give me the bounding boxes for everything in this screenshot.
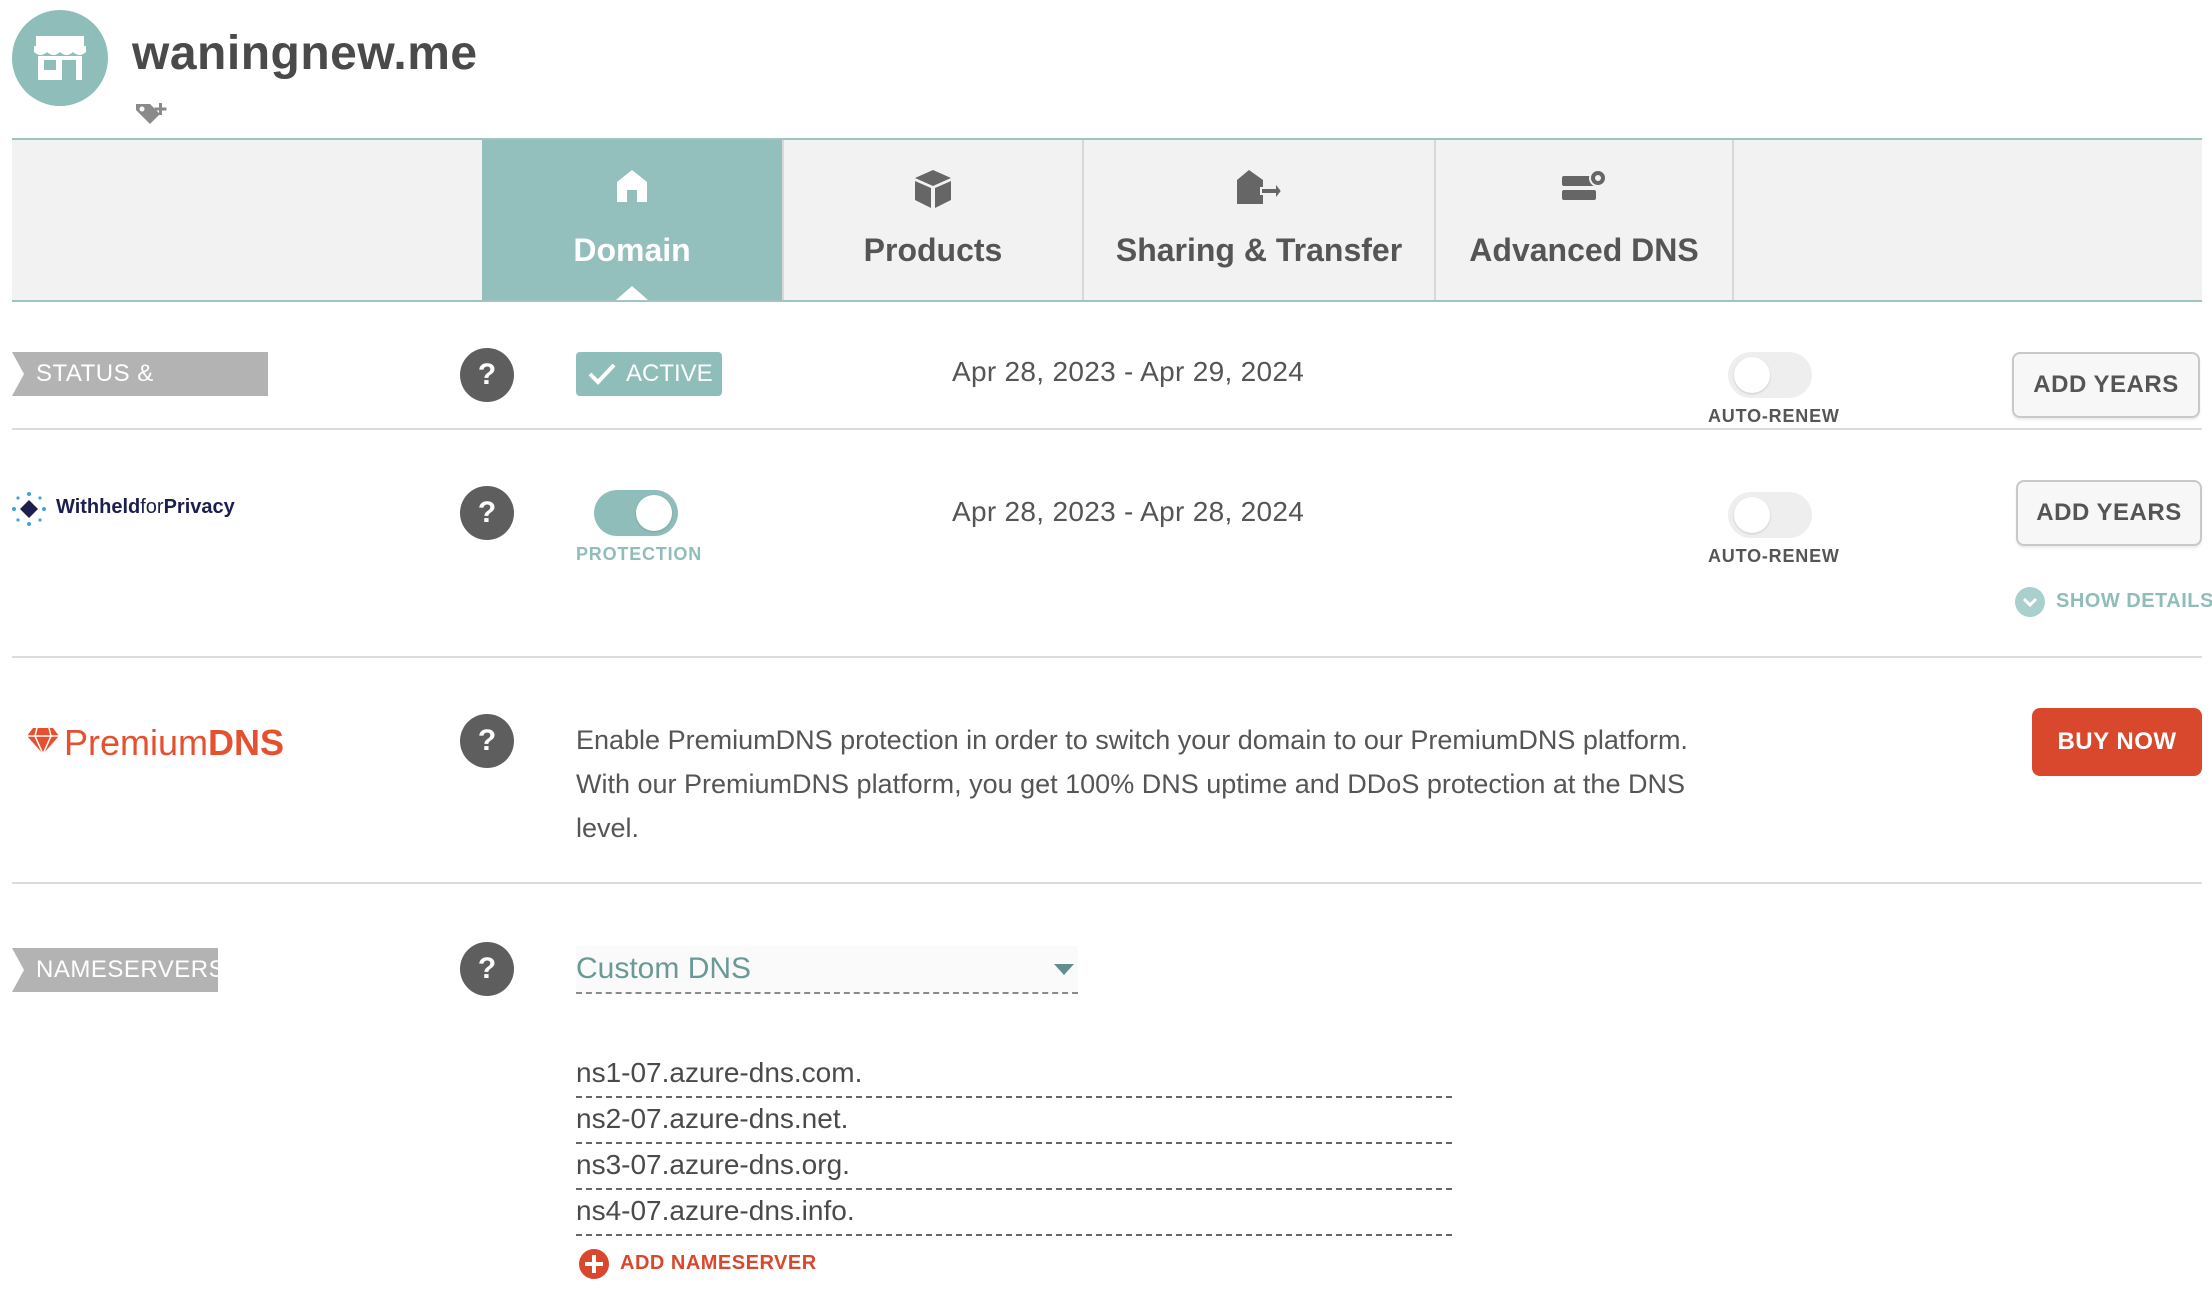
brand-part: Withheld — [56, 496, 141, 518]
nameserver-input[interactable]: ns3-07.azure-dns.org. — [576, 1144, 1452, 1190]
description-line: Enable PremiumDNS protection in order to… — [576, 725, 1688, 755]
tab-advanced-dns[interactable]: Advanced DNS — [1434, 140, 1734, 300]
auto-renew-label: AUTO-RENEW — [1708, 546, 1840, 566]
divider — [12, 656, 2202, 658]
brand-part: for — [140, 496, 164, 518]
privacy-dates: Apr 28, 2023 - Apr 28, 2024 — [952, 496, 1305, 527]
auto-renew-label: AUTO-RENEW — [1708, 406, 1840, 426]
status-badge: ACTIVE — [576, 352, 722, 396]
privacy-add-years-button[interactable]: ADD YEARS — [2016, 480, 2202, 546]
protection-toggle[interactable] — [594, 490, 678, 536]
help-icon[interactable]: ? — [460, 348, 514, 402]
help-icon[interactable]: ? — [460, 486, 514, 540]
help-icon[interactable]: ? — [460, 942, 514, 996]
description-line: With our PremiumDNS platform, you get 10… — [576, 769, 1685, 799]
tab-label: Products — [863, 232, 1003, 268]
server-gear-icon — [1560, 168, 1608, 209]
caret-down-icon — [1054, 964, 1074, 975]
divider — [12, 882, 2202, 884]
tab-bar: Domain Products Sharing & Transfer Advan… — [12, 138, 2202, 302]
home-icon — [615, 168, 649, 209]
nameserver-input[interactable]: ns4-07.azure-dns.info. — [576, 1190, 1452, 1236]
tab-domain[interactable]: Domain — [482, 140, 782, 300]
tab-products[interactable]: Products — [782, 140, 1082, 300]
nameserver-type-value: Custom DNS — [576, 952, 752, 985]
gem-icon — [27, 727, 59, 756]
nameserver-type-select[interactable]: Custom DNS — [576, 946, 1078, 994]
add-tag-icon[interactable] — [134, 100, 170, 133]
premiumdns-description: Enable PremiumDNS protection in order to… — [576, 718, 1836, 850]
brand-part: Privacy — [163, 496, 235, 518]
buy-now-button[interactable]: BUY NOW — [2032, 708, 2202, 776]
description-line: level. — [576, 813, 640, 843]
tab-sharing-transfer[interactable]: Sharing & Transfer — [1082, 140, 1434, 300]
domain-avatar — [12, 10, 108, 106]
brand-part: DNS — [208, 722, 285, 763]
auto-renew-toggle[interactable] — [1728, 352, 1812, 398]
check-icon — [588, 363, 616, 385]
nameserver-input[interactable]: ns1-07.azure-dns.com. — [576, 1052, 1452, 1098]
nameserver-input[interactable]: ns2-07.azure-dns.net. — [576, 1098, 1452, 1144]
divider — [12, 428, 2202, 430]
domain-title: waningnew.me — [132, 27, 478, 80]
status-badge-label: ACTIVE — [626, 360, 713, 387]
add-nameserver-label: ADD NAMESERVER — [620, 1252, 817, 1274]
status-validity-label: STATUS & VALIDITY — [12, 352, 268, 431]
tab-label: Sharing & Transfer — [1115, 232, 1403, 268]
tab-label: Advanced DNS — [1469, 232, 1699, 268]
privacy-auto-renew-toggle[interactable] — [1728, 492, 1812, 538]
nameservers-label: NAMESERVERS — [12, 948, 225, 992]
tab-label: Domain — [573, 232, 691, 268]
protection-label: PROTECTION — [576, 544, 703, 564]
brand-part: Premium — [64, 722, 209, 763]
section-label: NAMESERVERS — [36, 956, 226, 983]
privacy-logo-icon — [12, 492, 46, 526]
store-icon — [34, 36, 86, 80]
chevron-down-circle-icon — [2015, 587, 2045, 617]
add-years-button[interactable]: ADD YEARS — [2012, 352, 2200, 418]
validity-dates: Apr 28, 2023 - Apr 29, 2024 — [952, 356, 1305, 387]
transfer-icon — [1235, 168, 1284, 211]
show-details-label: SHOW DETAILS — [2056, 590, 2212, 612]
section-label: STATUS & VALIDITY — [36, 360, 154, 431]
plus-circle-icon — [579, 1249, 609, 1279]
help-icon[interactable]: ? — [460, 714, 514, 768]
box-icon — [912, 168, 954, 215]
